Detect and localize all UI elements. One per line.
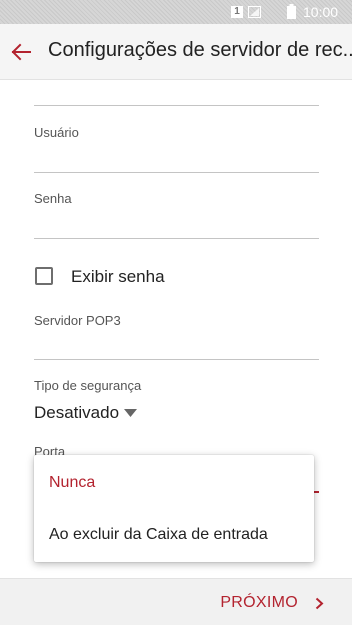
status-bar: 1 10:00	[0, 0, 352, 24]
pop3-server-underline	[34, 359, 319, 360]
bottom-bar: PRÓXIMO	[0, 578, 352, 625]
username-underline	[34, 172, 319, 173]
security-type-label: Tipo de segurança	[34, 378, 142, 393]
show-password-checkbox[interactable]	[35, 267, 53, 285]
dropdown-arrow-icon[interactable]	[124, 409, 137, 417]
next-button-label: PRÓXIMO	[220, 594, 298, 611]
battery-icon	[287, 4, 296, 19]
password-field[interactable]	[34, 211, 319, 237]
next-button[interactable]: PRÓXIMO	[212, 579, 352, 625]
pop3-server-label: Servidor POP3	[34, 313, 121, 328]
security-type-dropdown[interactable]: Desativado	[34, 403, 119, 423]
previous-field-underline	[34, 105, 319, 106]
chevron-right-icon	[315, 597, 324, 610]
password-underline	[34, 238, 319, 239]
menu-option-never[interactable]: Nunca	[49, 474, 95, 492]
pop3-server-field[interactable]	[34, 333, 319, 359]
username-field[interactable]	[34, 145, 319, 171]
clock: 10:00	[303, 4, 339, 20]
back-arrow-icon[interactable]	[10, 42, 32, 62]
menu-option-on-inbox-delete[interactable]: Ao excluir da Caixa de entrada	[49, 526, 268, 544]
sim-slot-icon: 1	[231, 6, 243, 18]
delete-option-menu: Nunca Ao excluir da Caixa de entrada	[34, 455, 314, 562]
signal-icon	[248, 6, 261, 18]
port-field-underline	[314, 491, 319, 493]
username-label: Usuário	[34, 125, 79, 140]
page-title: Configurações de servidor de rec...	[48, 39, 352, 61]
app-bar: Configurações de servidor de rec...	[0, 24, 352, 80]
show-password-label[interactable]: Exibir senha	[71, 267, 165, 287]
password-label: Senha	[34, 191, 72, 206]
